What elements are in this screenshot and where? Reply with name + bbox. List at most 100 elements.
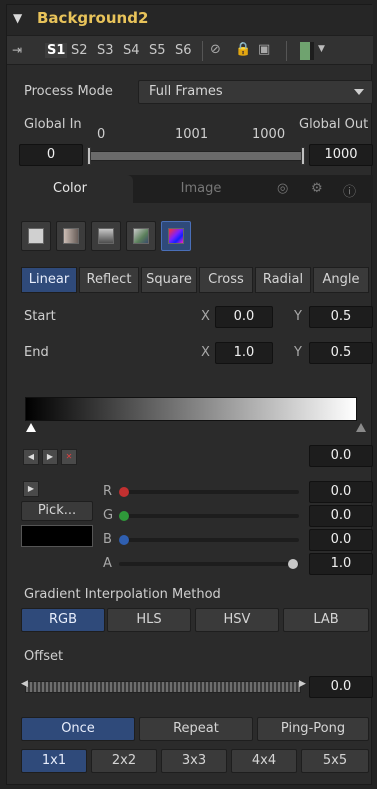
- version-s5[interactable]: S5: [149, 43, 166, 58]
- ss-1x1-button[interactable]: 1x1: [21, 749, 87, 773]
- channel-r-label: R: [103, 484, 113, 499]
- custom-gradient-button[interactable]: [161, 221, 191, 251]
- global-out-label: Global Out: [299, 117, 369, 132]
- global-range-slider[interactable]: [89, 151, 305, 161]
- channel-a-slider[interactable]: [119, 562, 299, 566]
- divider: [202, 41, 203, 61]
- channel-r-handle[interactable]: [119, 487, 129, 497]
- range-mid-label: 1001: [175, 127, 209, 142]
- version-bar: ⇥ S1 S2 S3 S4 S5 S6 ⊘ 🔒 ▣ ▼: [7, 35, 373, 65]
- lock-icon[interactable]: 🔒: [235, 42, 251, 57]
- pin-icon[interactable]: ⇥: [12, 43, 22, 57]
- channel-b-slider[interactable]: [119, 538, 299, 542]
- node-header[interactable]: ▼ Background2: [7, 5, 373, 35]
- type-angle-button[interactable]: Angle: [313, 267, 369, 293]
- process-mode-value: Full Frames: [149, 84, 223, 99]
- start-x-label: X: [201, 309, 210, 324]
- collapse-chevron-icon[interactable]: ▼: [13, 11, 22, 25]
- type-linear-button[interactable]: Linear: [21, 267, 77, 293]
- ss-5x5-button[interactable]: 5x5: [301, 749, 369, 773]
- channel-r-field[interactable]: 0.0: [309, 481, 373, 503]
- prev-key-icon[interactable]: ◀: [23, 449, 39, 465]
- end-label: End: [24, 345, 49, 360]
- divider: [286, 41, 287, 61]
- ss-2x2-button[interactable]: 2x2: [91, 749, 157, 773]
- version-s4[interactable]: S4: [123, 43, 140, 58]
- channel-g-handle[interactable]: [119, 511, 129, 521]
- repeat-pingpong-button[interactable]: Ping-Pong: [257, 717, 369, 741]
- offset-field[interactable]: 0.0: [309, 676, 373, 698]
- save-icon[interactable]: ▣: [258, 42, 270, 57]
- chevron-down-icon[interactable]: ▼: [318, 44, 325, 54]
- global-in-label: Global In: [24, 117, 82, 132]
- info-icon[interactable]: ⓘ: [343, 181, 356, 200]
- next-key-icon[interactable]: ▶: [42, 449, 58, 465]
- repeat-once-button[interactable]: Once: [21, 717, 135, 741]
- pick-button[interactable]: Pick...: [21, 501, 93, 521]
- key-position-field[interactable]: 0.0: [309, 445, 373, 467]
- interp-hsv-button[interactable]: HSV: [195, 608, 279, 632]
- expand-picker-icon[interactable]: ▶: [23, 481, 39, 497]
- channel-b-label: B: [103, 532, 112, 547]
- gradient-preview[interactable]: [25, 397, 357, 421]
- channel-a-handle[interactable]: [288, 559, 298, 569]
- process-mode-label: Process Mode: [24, 84, 113, 99]
- end-x-field[interactable]: 1.0: [215, 342, 273, 364]
- type-reflect-button[interactable]: Reflect: [79, 267, 139, 293]
- node-color-swatch[interactable]: [300, 42, 310, 60]
- global-out-field[interactable]: 1000: [309, 144, 373, 166]
- version-s3[interactable]: S3: [97, 43, 114, 58]
- node-title: Background2: [37, 9, 149, 27]
- version-s2[interactable]: S2: [71, 43, 88, 58]
- chevron-down-icon: [354, 89, 364, 95]
- version-s6[interactable]: S6: [175, 43, 192, 58]
- type-radial-button[interactable]: Radial: [255, 267, 311, 293]
- channel-r-slider[interactable]: [119, 490, 299, 494]
- global-in-field[interactable]: 0: [19, 144, 83, 166]
- end-x-label: X: [201, 345, 210, 360]
- process-mode-select[interactable]: Full Frames: [138, 80, 373, 104]
- tab-color[interactable]: Color: [7, 175, 133, 203]
- type-square-button[interactable]: Square: [141, 267, 197, 293]
- gradient-start-key[interactable]: [26, 423, 36, 432]
- four-corner-gradient-button[interactable]: [126, 221, 156, 251]
- channel-g-slider[interactable]: [119, 514, 299, 518]
- ss-4x4-button[interactable]: 4x4: [231, 749, 297, 773]
- horizontal-gradient-icon: [63, 228, 79, 244]
- offset-slider[interactable]: [25, 681, 301, 693]
- interp-label: Gradient Interpolation Method: [24, 587, 221, 602]
- custom-gradient-icon: [168, 228, 184, 244]
- delete-key-icon[interactable]: ✕: [61, 449, 77, 465]
- channel-a-label: A: [103, 556, 112, 571]
- gear-icon[interactable]: ⚙: [311, 181, 323, 196]
- vertical-gradient-button[interactable]: [91, 221, 121, 251]
- solid-color-button[interactable]: [21, 221, 51, 251]
- offset-right-arrow-icon[interactable]: ▶: [299, 679, 306, 689]
- start-x-field[interactable]: 0.0: [215, 306, 273, 328]
- channel-g-field[interactable]: 0.0: [309, 505, 373, 527]
- disable-icon[interactable]: ⊘: [210, 42, 221, 57]
- node-color-swatch-edge: [310, 42, 314, 60]
- ss-3x3-button[interactable]: 3x3: [161, 749, 227, 773]
- gradient-end-key[interactable]: [356, 423, 366, 432]
- start-y-field[interactable]: 0.5: [309, 306, 373, 328]
- offset-left-arrow-icon[interactable]: ◀: [21, 679, 28, 689]
- settings-node-icon[interactable]: ◎: [277, 181, 288, 196]
- interp-lab-button[interactable]: LAB: [283, 608, 369, 632]
- horizontal-gradient-button[interactable]: [56, 221, 86, 251]
- range-start-handle[interactable]: [87, 147, 91, 165]
- channel-b-field[interactable]: 0.0: [309, 529, 373, 551]
- repeat-repeat-button[interactable]: Repeat: [139, 717, 253, 741]
- tab-image[interactable]: Image: [141, 175, 261, 203]
- type-cross-button[interactable]: Cross: [199, 267, 253, 293]
- channel-a-field[interactable]: 1.0: [309, 553, 373, 575]
- version-s1[interactable]: S1: [45, 43, 68, 58]
- range-end-handle[interactable]: [301, 147, 305, 165]
- range-min-label: 0: [97, 127, 106, 142]
- end-y-field[interactable]: 0.5: [309, 342, 373, 364]
- interp-hls-button[interactable]: HLS: [107, 608, 191, 632]
- interp-rgb-button[interactable]: RGB: [21, 608, 105, 632]
- color-swatch[interactable]: [21, 525, 93, 547]
- end-y-label: Y: [294, 345, 302, 360]
- channel-b-handle[interactable]: [119, 535, 129, 545]
